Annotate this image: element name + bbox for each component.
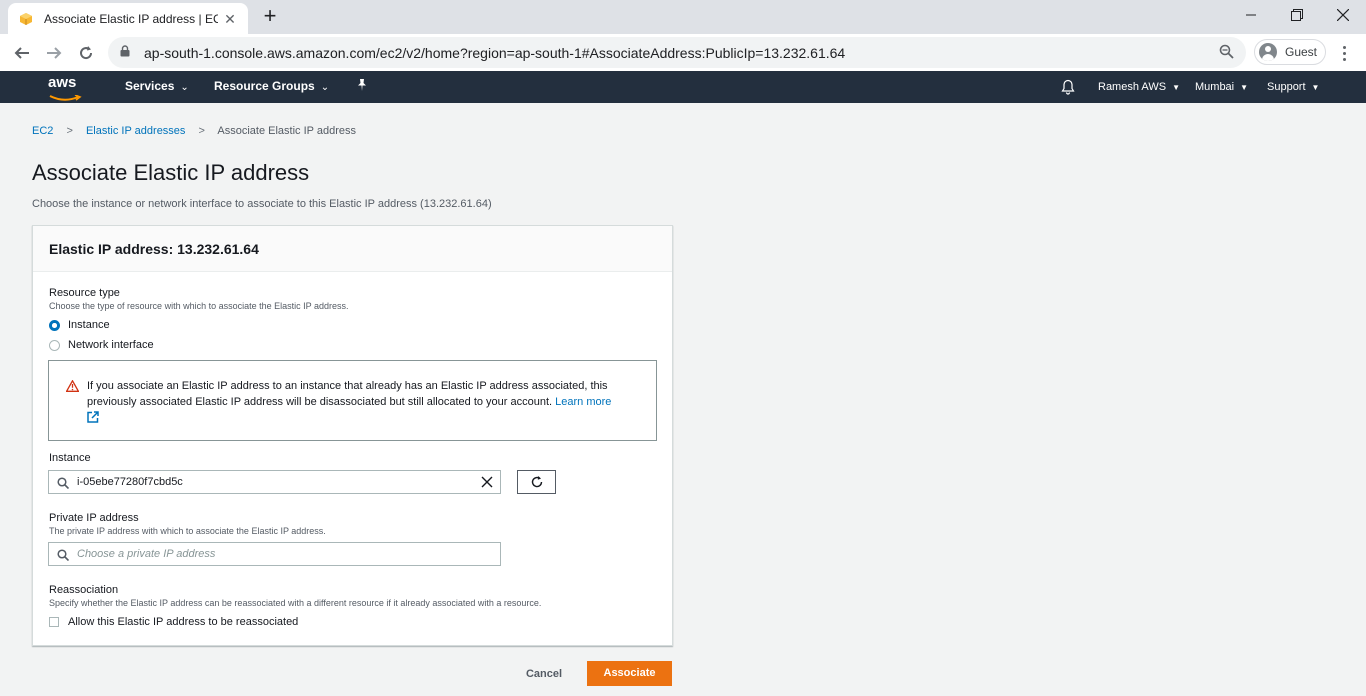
resource-groups-menu[interactable]: Resource Groups ⌄ [214,79,329,93]
clear-icon[interactable] [480,475,494,489]
zoom-icon[interactable] [1219,44,1234,62]
lock-icon [120,45,134,60]
radio-network-interface[interactable]: Network interface [49,339,154,351]
search-icon [57,548,70,562]
minimize-icon[interactable] [1228,0,1274,30]
region-menu[interactable]: Mumbai ▼ [1195,81,1248,93]
warning-alert: If you associate an Elastic IP address t… [48,360,657,441]
chevron-down-icon: ⌄ [180,82,189,93]
browser-tabstrip: Associate Elastic IP address | EC2 ✕ + [0,0,1366,34]
new-tab-button[interactable]: + [258,5,282,29]
account-menu[interactable]: Ramesh AWS ▼ [1098,81,1180,93]
browser-menu-icon[interactable] [1336,42,1352,64]
associate-button[interactable]: Associate [587,661,672,686]
pin-icon[interactable] [356,79,368,94]
browser-tab[interactable]: Associate Elastic IP address | EC2 ✕ [8,3,248,34]
aws-favicon-icon [18,11,34,27]
aws-top-nav: aws Services ⌄ Resource Groups ⌄ Ramesh AW… [0,71,1366,103]
chevron-down-icon: ⌄ [320,82,330,93]
private-ip-description: The private IP address with which to ass… [49,526,326,536]
instance-label: Instance [49,452,91,464]
bell-icon[interactable] [1061,79,1075,95]
chevron-down-icon: ▼ [1311,83,1320,92]
radio-instance[interactable]: Instance [49,319,110,331]
back-arrow-icon[interactable] [8,39,36,67]
aws-logo-text: aws [48,74,77,91]
chevron-right-icon: > [66,125,73,137]
radio-network-interface-control[interactable] [49,339,60,351]
page-description: Choose the instance or network interface… [32,198,492,210]
warning-text: If you associate an Elastic IP address t… [87,378,642,410]
private-ip-placeholder: Choose a private IP address [77,548,216,560]
profile-button[interactable]: Guest [1254,39,1326,65]
account-label: Ramesh AWS [1098,81,1167,93]
reassociation-description: Specify whether the Elastic IP address c… [49,598,542,608]
restore-icon[interactable] [1274,0,1320,30]
breadcrumb-current: Associate Elastic IP address [217,125,356,137]
breadcrumb-ec2[interactable]: EC2 [32,125,53,137]
private-ip-label: Private IP address [49,512,139,524]
chevron-down-icon: ▼ [1172,83,1180,92]
instance-search-input[interactable]: i-05ebe77280f7cbd5c [48,470,501,494]
breadcrumb: EC2 > Elastic IP addresses > Associate E… [32,125,356,137]
reload-icon[interactable] [72,39,100,67]
cancel-button[interactable]: Cancel [516,663,572,685]
address-bar[interactable]: ap-south-1.console.aws.amazon.com/ec2/v2… [108,37,1246,68]
support-label: Support [1267,81,1306,93]
reassociation-checkbox-label: Allow this Elastic IP address to be reas… [68,616,299,628]
external-link-icon[interactable] [87,410,99,423]
radio-instance-label: Instance [68,319,110,331]
support-menu[interactable]: Support ▼ [1267,81,1319,93]
services-menu[interactable]: Services ⌄ [125,79,189,93]
reassociation-checkbox[interactable] [49,617,59,627]
refresh-button[interactable] [517,470,556,494]
resource-groups-label: Resource Groups [214,79,315,93]
warning-icon [65,379,80,392]
learn-more-link[interactable]: Learn more [555,396,611,408]
tab-title: Associate Elastic IP address | EC2 [44,11,218,26]
browser-toolbar: ap-south-1.console.aws.amazon.com/ec2/v2… [0,34,1366,71]
radio-network-interface-label: Network interface [68,339,154,351]
close-window-icon[interactable] [1320,0,1366,30]
close-tab-icon[interactable]: ✕ [222,11,238,27]
avatar-icon [1259,43,1277,61]
resource-type-description: Choose the type of resource with which t… [49,301,349,311]
profile-label: Guest [1285,45,1318,59]
region-label: Mumbai [1195,81,1235,93]
url-text: ap-south-1.console.aws.amazon.com/ec2/v2… [144,44,846,61]
chevron-right-icon: > [198,125,205,137]
chevron-down-icon: ▼ [1240,83,1249,92]
breadcrumb-elastic-ips[interactable]: Elastic IP addresses [86,125,185,137]
associate-panel: Elastic IP address: 13.232.61.64 Resourc… [32,225,673,646]
aws-logo[interactable]: aws [48,74,84,101]
instance-value: i-05ebe77280f7cbd5c [77,476,183,488]
forward-arrow-icon[interactable] [40,39,68,67]
refresh-icon [531,476,542,488]
reassociation-label: Reassociation [49,584,119,596]
private-ip-input[interactable]: Choose a private IP address [48,542,501,566]
radio-instance-control[interactable] [49,319,60,331]
reassociation-checkbox-row[interactable]: Allow this Elastic IP address to be reas… [49,616,298,628]
warning-message: If you associate an Elastic IP address t… [87,380,608,408]
page-title: Associate Elastic IP address [32,160,310,185]
search-icon [57,476,70,490]
services-label: Services [125,79,175,93]
aws-smile-icon [49,94,82,101]
resource-type-label: Resource type [49,287,120,299]
panel-header: Elastic IP address: 13.232.61.64 [33,226,672,272]
